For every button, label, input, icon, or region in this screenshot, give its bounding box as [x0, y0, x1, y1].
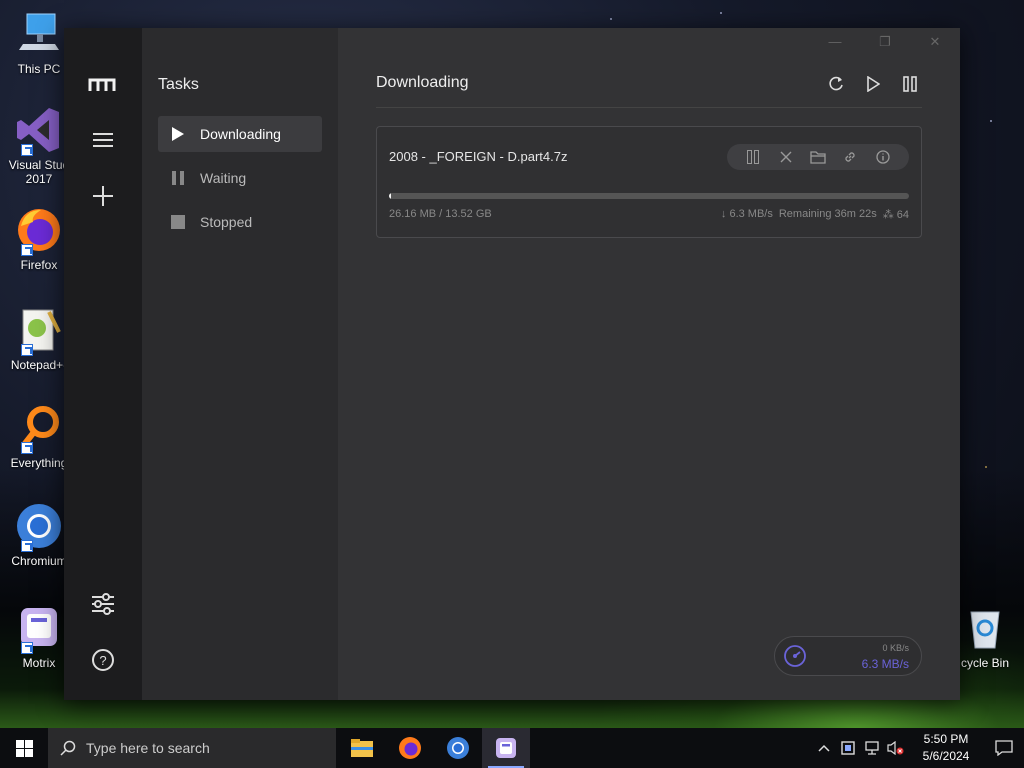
pause-icon: [747, 150, 760, 164]
recycle-bin-icon: [961, 604, 1009, 652]
main-panel: — ❐ ✕ Downloading 2008 - _FOREIGN - D.pa…: [338, 28, 960, 700]
taskbar-motrix[interactable]: [482, 728, 530, 768]
app-rail: ?: [64, 28, 142, 700]
task-connections: ⁂ 64: [882, 209, 909, 221]
task-copy-link-button[interactable]: [841, 148, 859, 166]
taskbar-firefox[interactable]: [386, 728, 434, 768]
taskbar-search[interactable]: Type here to search: [48, 728, 336, 768]
network-button[interactable]: [860, 728, 884, 768]
clock-time: 5:50 PM: [923, 732, 969, 746]
network-icon: [865, 741, 879, 755]
resume-all-button[interactable]: [861, 72, 885, 96]
sidebar-item-downloading[interactable]: Downloading: [158, 116, 322, 152]
motrix-icon: [496, 738, 516, 758]
minimize-button[interactable]: —: [820, 34, 850, 52]
computer-icon: [15, 10, 63, 58]
task-speed: ↓ 6.3 MB/s: [720, 208, 773, 220]
sidebar-item-label: Downloading: [200, 126, 281, 142]
download-speed: 6.3 MB/s: [861, 657, 909, 671]
volume-button[interactable]: [884, 728, 908, 768]
sidebar-title: Tasks: [158, 76, 199, 93]
refresh-button[interactable]: [824, 72, 848, 96]
folder-icon: [810, 151, 826, 164]
tray-motrix-icon: [841, 741, 855, 755]
task-delete-button[interactable]: [777, 148, 795, 166]
speedometer[interactable]: 0 KB/s 6.3 MB/s: [774, 636, 922, 676]
windows-logo-icon: [15, 739, 33, 757]
task-stats: ↓ 6.3 MB/s Remaining 36m 22s ⁂ 64: [721, 208, 909, 221]
close-button[interactable]: ✕: [920, 34, 950, 52]
link-icon: [845, 152, 856, 162]
task-item[interactable]: 2008 - _FOREIGN - D.part4.7z 26.16 MB / …: [376, 126, 922, 238]
taskbar-file-explorer[interactable]: [338, 728, 386, 768]
search-icon: [60, 740, 76, 756]
sidebar-item-waiting[interactable]: Waiting: [158, 160, 322, 196]
task-progress-bar: [389, 193, 909, 199]
motrix-logo-icon: [88, 70, 118, 100]
volume-muted-icon: [887, 741, 904, 755]
tray-app-icon[interactable]: [836, 728, 860, 768]
firefox-icon: [399, 737, 421, 759]
taskbar: Type here to search 5:50 PM 5/6/2024: [0, 728, 1024, 768]
page-title: Downloading: [376, 74, 469, 91]
chromium-icon: [15, 502, 63, 552]
start-button[interactable]: [0, 728, 48, 768]
add-task-icon[interactable]: [88, 181, 118, 211]
settings-sliders-icon[interactable]: [88, 589, 118, 619]
svg-text:?: ?: [99, 653, 106, 668]
system-tray: 5:50 PM 5/6/2024: [812, 728, 1024, 768]
maximize-button[interactable]: ❐: [870, 34, 900, 52]
notepad-plus-icon: [15, 306, 63, 356]
motrix-window: ? Tasks Downloading Waiting Stopped — ❐ …: [64, 28, 960, 700]
taskbar-clock[interactable]: 5:50 PM 5/6/2024: [908, 731, 984, 765]
taskbar-chromium[interactable]: [434, 728, 482, 768]
play-icon: [170, 126, 186, 142]
close-icon: [780, 151, 792, 163]
menu-icon[interactable]: [88, 125, 118, 155]
chromium-icon: [447, 737, 469, 759]
tasks-sidebar: Tasks Downloading Waiting Stopped: [142, 28, 338, 700]
firefox-icon: [15, 206, 63, 256]
pause-icon: [903, 76, 917, 92]
refresh-icon: [829, 76, 843, 91]
action-center-button[interactable]: [984, 728, 1024, 768]
task-actions: [727, 144, 909, 170]
task-progress-fill: [389, 193, 391, 199]
task-info-button[interactable]: [874, 148, 892, 166]
info-icon: [876, 150, 890, 164]
task-name: 2008 - _FOREIGN - D.part4.7z: [389, 149, 568, 164]
task-pause-button[interactable]: [744, 148, 762, 166]
chevron-up-icon: [818, 744, 830, 752]
sidebar-item-label: Stopped: [200, 214, 253, 230]
main-header: Downloading: [376, 72, 922, 108]
help-icon[interactable]: ?: [88, 645, 118, 675]
motrix-icon: [15, 604, 63, 654]
task-open-folder-button[interactable]: [809, 148, 827, 166]
search-placeholder: Type here to search: [86, 740, 210, 756]
upload-speed: 0 KB/s: [882, 643, 909, 653]
file-explorer-icon: [351, 739, 373, 757]
pause-icon: [170, 170, 186, 186]
notification-icon: [995, 740, 1013, 756]
task-remaining: Remaining 36m 22s: [778, 208, 877, 220]
everything-search-icon: [15, 404, 63, 454]
speedometer-icon: [784, 645, 806, 667]
pause-all-button[interactable]: [898, 72, 922, 96]
play-icon: [867, 76, 880, 92]
task-size: 26.16 MB / 13.52 GB: [389, 208, 492, 220]
sidebar-item-label: Waiting: [200, 170, 247, 186]
visual-studio-icon: [15, 106, 63, 156]
show-hidden-icons-button[interactable]: [812, 728, 836, 768]
desktop-icon-label: Visual Stud 2017: [8, 158, 70, 186]
clock-date: 5/6/2024: [922, 749, 970, 763]
sidebar-item-stopped[interactable]: Stopped: [158, 204, 322, 240]
stop-icon: [170, 214, 186, 230]
